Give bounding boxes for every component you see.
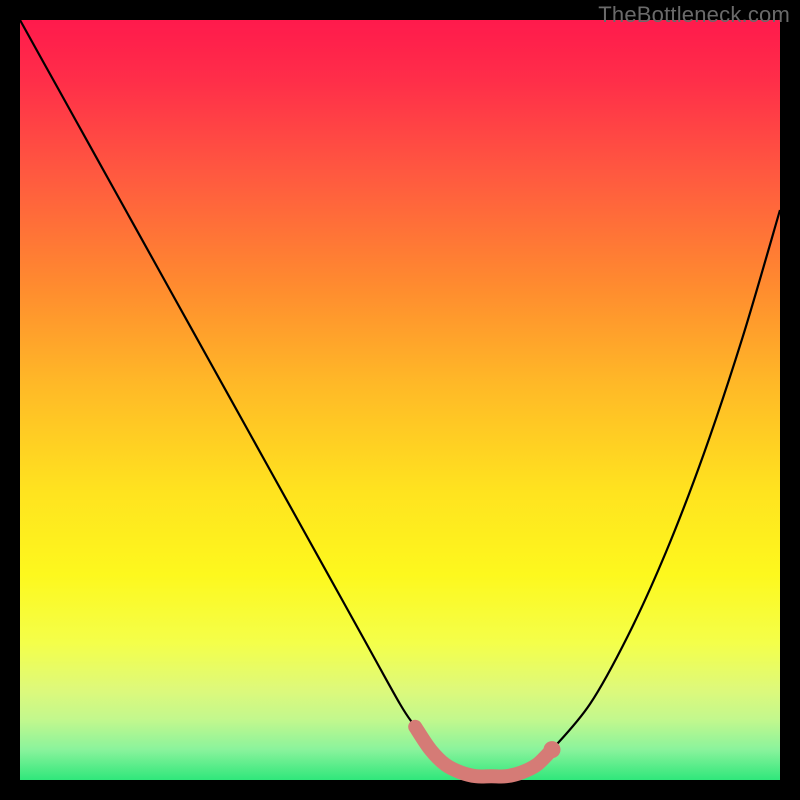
valley-marker-dot xyxy=(544,741,561,758)
plot-area xyxy=(20,20,780,780)
bottleneck-curve-path xyxy=(20,20,780,776)
valley-marker-path xyxy=(415,727,552,777)
curve-layer xyxy=(20,20,780,780)
chart-frame: TheBottleneck.com xyxy=(0,0,800,800)
